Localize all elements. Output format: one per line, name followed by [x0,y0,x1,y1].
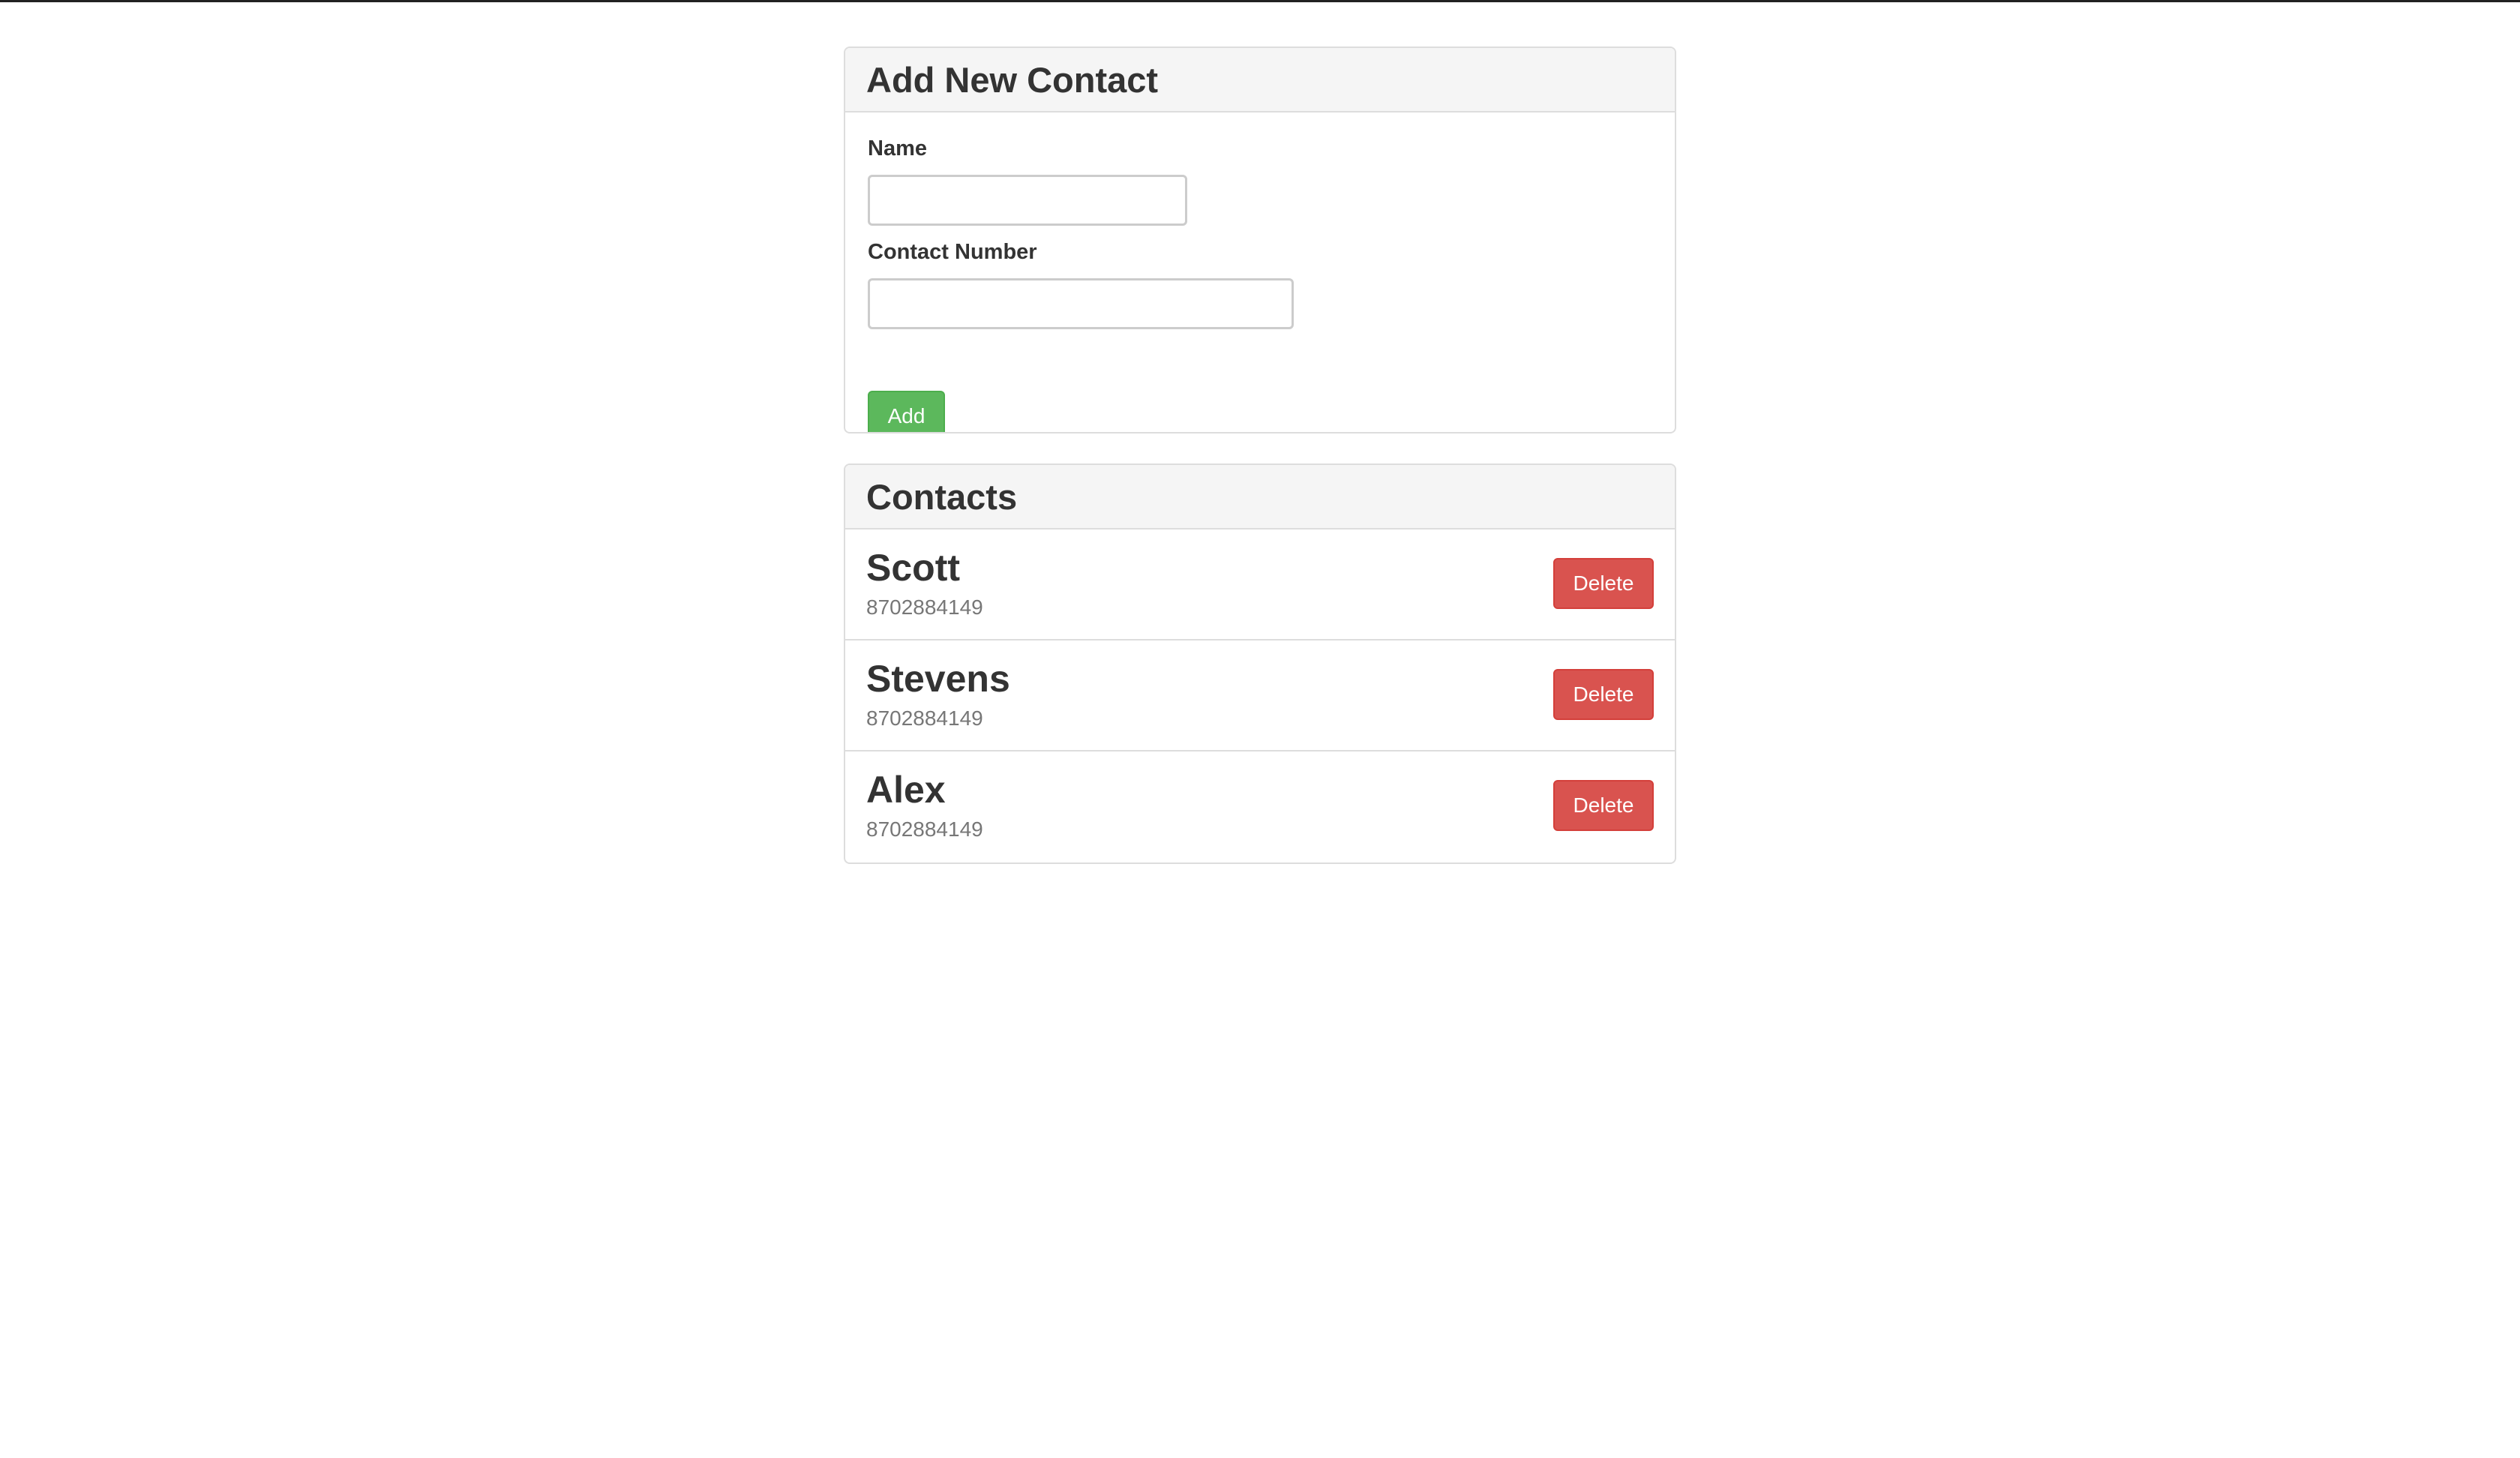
contacts-title: Contacts [866,476,1018,517]
delete-button[interactable]: Delete [1553,558,1654,609]
contacts-panel: Contacts Scott 8702884149 Delete Stevens… [844,464,1676,864]
contact-name: Stevens [866,658,1010,700]
contact-item: Alex 8702884149 Delete [845,752,1675,862]
contact-name: Scott [866,547,960,589]
contact-number: 8702884149 [866,818,983,841]
delete-button[interactable]: Delete [1553,669,1654,720]
delete-button[interactable]: Delete [1553,780,1654,831]
top-border [0,0,2520,2]
contact-number: 8702884149 [866,596,983,619]
add-contact-panel: Add New Contact Name Contact Number Add [844,46,1676,434]
contact-number: 8702884149 [866,706,983,730]
contact-item: Scott 8702884149 Delete [845,530,1675,640]
name-input[interactable] [868,175,1187,226]
contact-item: Stevens 8702884149 Delete [845,640,1675,752]
contact-number-input[interactable] [868,278,1294,329]
add-button[interactable]: Add [868,391,945,432]
add-contact-panel-heading: Add New Contact [845,48,1675,112]
contact-number-label: Contact Number [868,240,1037,264]
contacts-panel-heading: Contacts [845,465,1675,530]
contact-list: Scott 8702884149 Delete Stevens 87028841… [845,530,1675,862]
add-contact-title: Add New Contact [866,59,1159,100]
contact-name: Alex [866,769,946,811]
name-label: Name [868,136,927,160]
